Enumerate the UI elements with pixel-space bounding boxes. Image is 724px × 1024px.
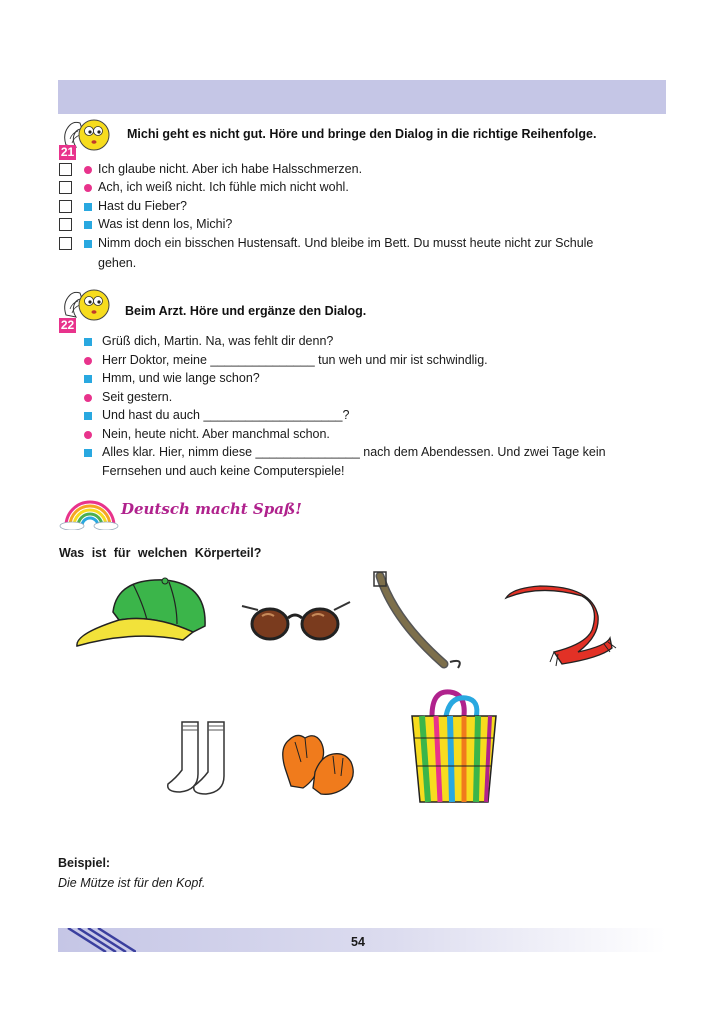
dialog-line: Und hast du auch ____________________? xyxy=(102,408,350,422)
speaker-circle-marker xyxy=(84,394,92,402)
dialog-line: Hmm, und wie lange schon? xyxy=(102,371,260,385)
speaker-square-marker xyxy=(84,203,92,211)
order-checkbox-3[interactable] xyxy=(59,200,72,213)
dialog-line: Hast du Fieber? xyxy=(98,199,187,213)
example-sentence: Die Mütze ist für den Kopf. xyxy=(58,876,206,890)
question-text: Was ist für welchen Körperteil? xyxy=(59,546,262,560)
sunglasses-icon xyxy=(241,601,351,641)
speaker-square-marker xyxy=(84,221,92,229)
header-band xyxy=(58,80,666,114)
speaker-circle-marker xyxy=(84,357,92,365)
dialog-line-continuation: gehen. xyxy=(98,256,137,270)
dialog-line: Nimm doch ein bisschen Hustensaft. Und b… xyxy=(98,236,594,250)
exercise-number: 22 xyxy=(59,318,76,333)
exercise-number: 21 xyxy=(59,145,76,160)
speaker-circle-marker xyxy=(84,431,92,439)
dialog-line: Ich glaube nicht. Aber ich habe Halsschm… xyxy=(98,162,363,176)
speaker-square-marker xyxy=(84,375,92,383)
speaker-square-marker xyxy=(84,338,92,346)
shopping-bag-icon xyxy=(411,689,497,803)
order-checkbox-5[interactable] xyxy=(59,237,72,250)
page-number: 54 xyxy=(351,935,365,949)
dialog-line: Alles klar. Hier, nimm diese ___________… xyxy=(102,445,606,459)
exercise-instruction: Beim Arzt. Höre und ergänze den Dialog. xyxy=(125,304,367,318)
speaker-square-marker xyxy=(84,412,92,420)
footer-stripes-icon xyxy=(67,928,136,952)
dialog-line: Seit gestern. xyxy=(102,390,173,404)
belt-icon xyxy=(373,571,461,669)
rainbow-cloud-icon xyxy=(59,500,119,530)
gloves-icon xyxy=(282,734,354,795)
speaker-square-marker xyxy=(84,240,92,248)
dialog-line: Was ist denn los, Michi? xyxy=(98,217,233,231)
dialog-line: Nein, heute nicht. Aber manchmal schon. xyxy=(102,427,330,441)
dialog-line: Grüß dich, Martin. Na, was fehlt dir den… xyxy=(102,334,334,348)
dialog-line: Herr Doktor, meine _______________ tun w… xyxy=(102,353,488,367)
cap-icon xyxy=(76,577,206,647)
speaker-circle-marker xyxy=(84,166,92,174)
scarf-icon xyxy=(504,585,617,667)
socks-icon xyxy=(167,721,225,795)
speaker-circle-marker xyxy=(84,184,92,192)
order-checkbox-4[interactable] xyxy=(59,218,72,231)
order-checkbox-1[interactable] xyxy=(59,163,72,176)
speaker-square-marker xyxy=(84,449,92,457)
exercise-instruction: Michi geht es nicht gut. Höre und bringe… xyxy=(127,127,597,141)
example-label: Beispiel: xyxy=(58,856,111,870)
dialog-line: Ach, ich weiß nicht. Ich fühle mich nich… xyxy=(98,180,349,194)
order-checkbox-2[interactable] xyxy=(59,181,72,194)
section-title: Deutsch macht Spaß! xyxy=(121,500,302,518)
dialog-line-continuation: Fernsehen und auch keine Computerspiele! xyxy=(102,464,345,478)
